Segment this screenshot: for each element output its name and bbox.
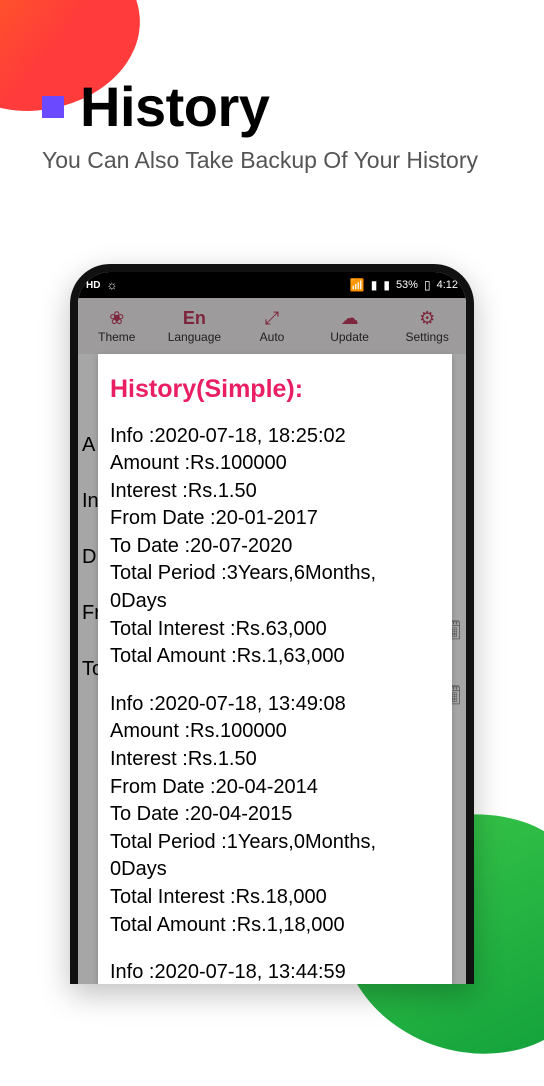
battery-level: 53% <box>396 279 418 291</box>
history-entry: Info :2020-07-18, 13:49:08 Amount :Rs.10… <box>110 691 440 939</box>
signal-icon-1: ▮ <box>371 278 378 292</box>
entry-from: From Date :20-04-2014 <box>110 774 440 802</box>
page-title: History <box>80 74 269 139</box>
entry-total-amount: Total Amount :Rs.1,63,000 <box>110 643 440 671</box>
sun-icon: ☼ <box>106 278 117 292</box>
signal-icon-2: ▮ <box>383 278 390 292</box>
entry-period: Total Period :3Years,6Months, <box>110 560 440 588</box>
entry-total-interest: Total Interest :Rs.63,000 <box>110 616 440 644</box>
entry-to: To Date :20-04-2015 <box>110 801 440 829</box>
entry-from: From Date :20-01-2017 <box>110 505 440 533</box>
entry-info: Info :2020-07-18, 18:25:02 <box>110 423 440 451</box>
status-bar: HD ☼ 📶 ▮ ▮ 53% ▯ 4:12 <box>78 272 466 298</box>
history-entry: Info :2020-07-18, 13:44:59 Amount :Rs.10… <box>110 959 440 984</box>
entry-period-b: 0Days <box>110 588 440 616</box>
entry-amount: Amount :Rs.100000 <box>110 718 440 746</box>
hero-section: History You Can Also Take Backup Of Your… <box>0 0 544 174</box>
history-popup: History(Simple): Info :2020-07-18, 18:25… <box>98 354 452 984</box>
popup-title: History(Simple): <box>110 372 440 407</box>
entry-to: To Date :20-07-2020 <box>110 533 440 561</box>
hd-indicator: HD <box>86 280 100 291</box>
history-entry: Info :2020-07-18, 18:25:02 Amount :Rs.10… <box>110 423 440 671</box>
entry-amount: Amount :Rs.100000 <box>110 450 440 478</box>
entry-interest: Interest :Rs.1.50 <box>110 746 440 774</box>
phone-mockup: HD ☼ 📶 ▮ ▮ 53% ▯ 4:12 ❀ Theme En Languag… <box>70 264 474 984</box>
entry-info: Info :2020-07-18, 13:44:59 <box>110 959 440 984</box>
entry-interest: Interest :Rs.1.50 <box>110 478 440 506</box>
hero-bullet <box>42 96 64 118</box>
page-subtitle: You Can Also Take Backup Of Your History <box>42 147 502 174</box>
battery-icon: ▯ <box>424 278 431 292</box>
entry-period-b: 0Days <box>110 856 440 884</box>
entry-total-interest: Total Interest :Rs.18,000 <box>110 884 440 912</box>
clock: 4:12 <box>437 279 458 291</box>
entry-period: Total Period :1Years,0Months, <box>110 829 440 857</box>
entry-total-amount: Total Amount :Rs.1,18,000 <box>110 912 440 940</box>
entry-info: Info :2020-07-18, 13:49:08 <box>110 691 440 719</box>
wifi-icon: 📶 <box>350 278 365 292</box>
